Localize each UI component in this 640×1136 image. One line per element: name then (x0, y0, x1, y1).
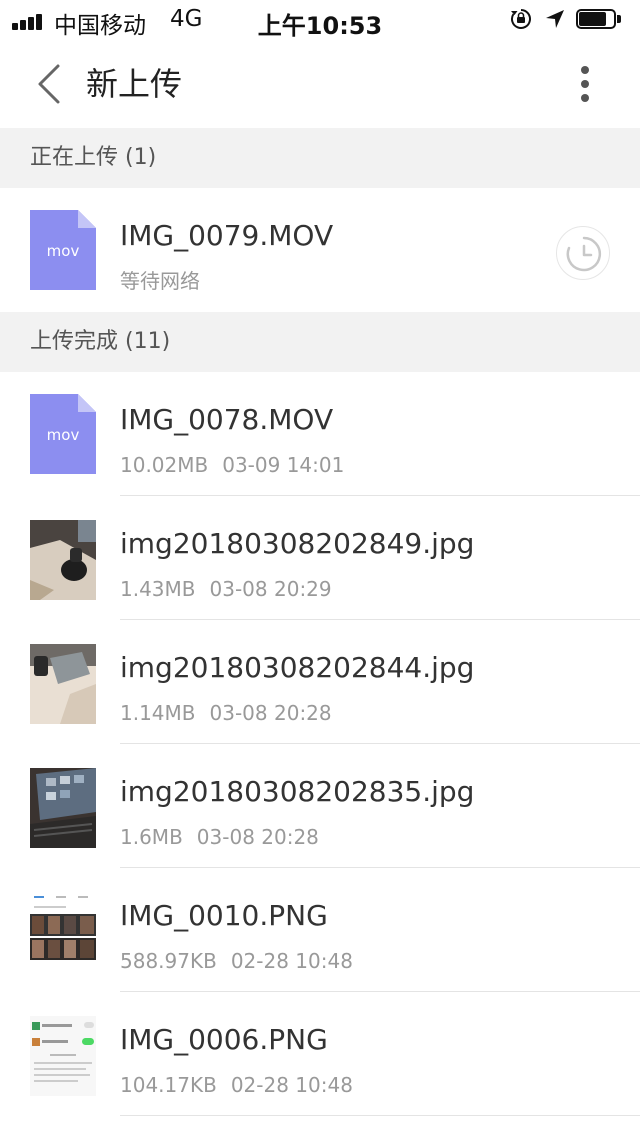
file-type-label: mov (46, 242, 80, 260)
file-meta: 104.17KB 02-28 10:48 (120, 1072, 353, 1098)
screenshot-thumbnail (30, 1016, 96, 1096)
file-size: 1.6MB (120, 825, 183, 849)
file-name: IMG_0006.PNG (120, 1023, 328, 1056)
section-header-uploading: 正在上传 (1) (0, 128, 640, 188)
file-date: 03-08 20:28 (196, 825, 319, 849)
rotation-lock-icon (511, 9, 531, 29)
file-size: 1.14MB (120, 701, 196, 725)
pending-clock-icon[interactable] (556, 226, 610, 280)
file-meta: 588.97KB 02-28 10:48 (120, 948, 353, 974)
file-name: img20180308202844.jpg (120, 651, 475, 684)
back-chevron-icon[interactable] (34, 62, 64, 106)
screenshot-thumbnail (30, 892, 96, 972)
upload-status: 等待网络 (120, 269, 200, 293)
list-item[interactable]: mov IMG_0079.MOV 等待网络 (0, 188, 640, 312)
page-title: 新上传 (86, 65, 183, 103)
file-date: 03-09 14:01 (222, 453, 345, 477)
mov-file-icon: mov (30, 210, 96, 290)
list-item[interactable]: img20180308202849.jpg 1.43MB 03-08 20:29 (0, 496, 640, 620)
list-item[interactable]: IMG_0006.PNG 104.17KB 02-28 10:48 (0, 992, 640, 1116)
list-item[interactable]: mov IMG_0078.MOV 10.02MB 03-09 14:01 (0, 372, 640, 496)
status-right-group (500, 0, 640, 40)
file-date: 03-08 20:28 (209, 701, 332, 725)
app-screen: 中国移动 4G 上午10:53 新上传 正在上传 (1) mov IMG_007… (0, 0, 640, 1136)
file-name: img20180308202849.jpg (120, 527, 475, 560)
photo-thumbnail (30, 644, 96, 724)
section-header-completed: 上传完成 (11) (0, 312, 640, 372)
photo-thumbnail (30, 520, 96, 600)
file-size: 10.02MB (120, 453, 209, 477)
file-size: 588.97KB (120, 949, 217, 973)
file-name: img20180308202835.jpg (120, 775, 475, 808)
more-options-icon[interactable] (570, 62, 600, 106)
file-name: IMG_0079.MOV (120, 219, 334, 252)
list-item[interactable]: img20180308202844.jpg 1.14MB 03-08 20:28 (0, 620, 640, 744)
list-item[interactable]: img20180308202835.jpg 1.6MB 03-08 20:28 (0, 744, 640, 868)
file-date: 02-28 10:48 (230, 1073, 353, 1097)
file-name: IMG_0078.MOV (120, 403, 334, 436)
file-date: 02-28 10:48 (230, 949, 353, 973)
status-bar: 中国移动 4G 上午10:53 (0, 0, 640, 40)
navigation-bar: 新上传 (0, 40, 640, 128)
mov-file-icon: mov (30, 394, 96, 474)
battery-icon (576, 9, 622, 31)
photo-thumbnail (30, 768, 96, 848)
file-meta: 10.02MB 03-09 14:01 (120, 452, 344, 478)
location-arrow-icon (546, 10, 564, 28)
file-meta: 1.14MB 03-08 20:28 (120, 700, 332, 726)
divider (120, 1115, 640, 1116)
file-size: 1.43MB (120, 577, 196, 601)
file-name: IMG_0010.PNG (120, 899, 328, 932)
file-size: 104.17KB (120, 1073, 217, 1097)
file-date: 03-08 20:29 (209, 577, 332, 601)
file-meta: 1.43MB 03-08 20:29 (120, 576, 332, 602)
list-item[interactable]: IMG_0010.PNG 588.97KB 02-28 10:48 (0, 868, 640, 992)
file-meta: 1.6MB 03-08 20:28 (120, 824, 319, 850)
file-type-label: mov (46, 426, 80, 444)
